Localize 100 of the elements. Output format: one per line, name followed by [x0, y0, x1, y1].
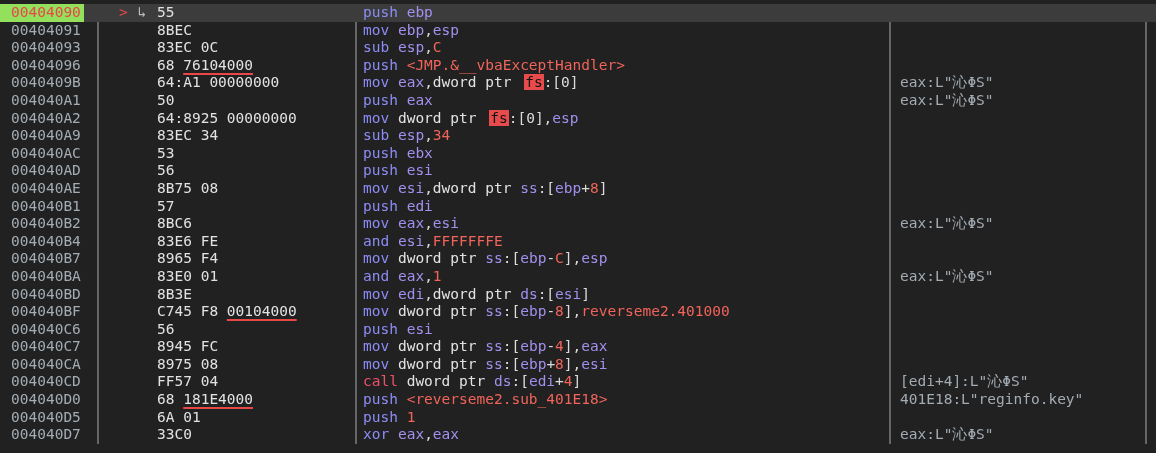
address-cell-text: 00404093	[10, 39, 82, 57]
bytes-cell: 8B3E	[157, 285, 192, 304]
address-cell-text: 004040AC	[10, 144, 82, 163]
bytes-cell: 53	[157, 144, 175, 163]
bytes-cell: 55	[157, 4, 175, 22]
instruction-cell-text: mov eax,esi	[362, 215, 460, 233]
instruction-cell-text: mov dword ptr ss:[ebp-8],reverseme2.401000	[362, 303, 730, 321]
bytes-cell: 8BC6	[157, 215, 192, 233]
address-cell-text: 004040AE	[10, 179, 82, 198]
disassembly-row[interactable]: 00404093 83EC 0C sub esp,C	[0, 39, 1156, 57]
instruction-cell-text: push ebx	[362, 144, 433, 163]
instruction-cell-text: sub esp,34	[362, 127, 451, 145]
disassembly-row[interactable]: 004040BD 8B3E mov edi,dword ptr ds:[esi]	[0, 285, 1156, 304]
bytes-cell: 50	[157, 91, 175, 110]
disassembly-row[interactable]: 00404091 8BEC mov ebp,esp	[0, 21, 1156, 40]
instruction-cell-text: push 1	[362, 408, 416, 427]
address-cell-text: 004040D7	[10, 426, 82, 444]
instruction-cell-text: sub esp,C	[362, 39, 442, 57]
bytes-cell: 6A 01	[157, 408, 201, 427]
bytes-cell: 68 181E4000	[157, 391, 254, 409]
disassembly-row[interactable]: 004040AD 56 push esi	[0, 162, 1156, 180]
address-cell-text: 004040D0	[10, 391, 82, 409]
disassembly-row[interactable]: 004040D0 68 181E4000 push <reverseme2.sub_401E18> 401E18:L"reginfo.key"	[0, 391, 1156, 409]
bytes-cell: 83EC 34	[157, 127, 219, 145]
bytes-cell: 57	[157, 197, 175, 216]
bytes-cell: C745 F8 00104000	[157, 303, 297, 321]
comment-cell: 401E18:L"reginfo.key"	[900, 391, 1084, 408]
address-cell-text: 004040A2	[10, 109, 82, 128]
instruction-cell-text: push <JMP.&__vbaExceptHandler>	[362, 56, 625, 75]
address-cell-text: 0040409B	[10, 74, 82, 92]
instruction-cell-text: mov esi,dword ptr ss:[ebp+8]	[362, 179, 608, 198]
instruction-cell-text: mov dword ptr ss:[ebp-C],esp	[362, 250, 608, 268]
address-cell-text: 004040D5	[10, 408, 82, 427]
bytes-cell: 68 76104000	[157, 56, 254, 75]
address-cell-text: 004040A1	[10, 91, 82, 110]
bytes-cell: 83E6 FE	[157, 232, 219, 251]
address-cell-text: 004040BD	[10, 285, 82, 304]
disassembly-row[interactable]: 004040AE 8B75 08 mov esi,dword ptr ss:[ebp+8]	[0, 179, 1156, 198]
instruction-cell-text: and esi,FFFFFFFE	[362, 232, 503, 251]
bytes-cell: 83EC 0C	[157, 39, 219, 57]
instruction-cell-text: mov dword ptr fs:[0],esp	[362, 109, 579, 128]
instruction-cell-text: push esi	[362, 162, 433, 180]
comment-cell: eax:L"沁ΦS"	[900, 215, 994, 232]
disassembly-row[interactable]: 004040B2 8BC6 mov eax,esi eax:L"沁ΦS"	[0, 215, 1156, 233]
disassembly-row[interactable]: 004040AC 53 push ebx	[0, 144, 1156, 163]
bytes-cell: 8975 08	[157, 355, 219, 374]
current-marker: >	[119, 4, 128, 22]
disassembly-row[interactable]: 00404096 68 76104000 push <JMP.&__vbaExceptHandler>	[0, 56, 1156, 75]
instruction-cell-text: xor eax,eax	[362, 426, 460, 444]
disassembly-row[interactable]: 004040C7 8945 FC mov dword ptr ss:[ebp-4],eax	[0, 338, 1156, 356]
disassembly-row[interactable]: 004040A9 83EC 34 sub esp,34	[0, 127, 1156, 145]
address-cell-text: 004040B4	[10, 232, 82, 251]
disassembly-row[interactable]: 004040A1 50 push eax eax:L"沁ΦS"	[0, 91, 1156, 110]
address-cell-text: 004040AD	[10, 162, 82, 180]
address-cell-text: 004040C7	[10, 338, 82, 356]
instruction-cell-text: mov dword ptr ss:[ebp-4],eax	[362, 338, 608, 356]
comment-cell: eax:L"沁ΦS"	[900, 267, 994, 284]
address-cell-text: 00404091	[10, 21, 82, 40]
disassembly-row[interactable]: 004040CA 8975 08 mov dword ptr ss:[ebp+8],esi	[0, 355, 1156, 374]
address-cell-text: 004040CD	[10, 373, 82, 392]
disassembly-row[interactable]: 004040CD FF57 04 call dword ptr ds:[edi+4] [edi+4]:L"沁ΦS"	[0, 373, 1156, 392]
disassembly-row[interactable]: 004040B1 57 push edi	[0, 197, 1156, 216]
instruction-cell-text: mov dword ptr ss:[ebp+8],esi	[362, 355, 608, 374]
disassembly-row[interactable]: 004040BA 83E0 01 and eax,1 eax:L"沁ΦS"	[0, 267, 1156, 286]
disassembly-row[interactable]: 004040D7 33C0 xor eax,eax eax:L"沁ΦS"	[0, 426, 1156, 444]
instruction-cell-text: push esi	[362, 320, 433, 339]
bytes-cell: 33C0	[157, 426, 192, 444]
address-cell-text: 004040B7	[10, 250, 82, 268]
address-cell-text: 00404096	[10, 56, 82, 75]
bytes-cell: 56	[157, 320, 175, 339]
bytes-cell: 56	[157, 162, 175, 180]
branch-mark: ↳	[137, 4, 147, 22]
bytes-cell: 8BEC	[157, 21, 192, 40]
bytes-cell: 64:A1 00000000	[157, 74, 280, 92]
bytes-cell: 8945 FC	[157, 338, 219, 356]
comment-cell: eax:L"沁ΦS"	[900, 426, 994, 443]
instruction-cell-text: and eax,1	[362, 267, 442, 286]
instruction-cell-text: push edi	[362, 197, 433, 216]
disassembly-row[interactable]: 004040BF C745 F8 00104000 mov dword ptr ss:[ebp-8],reverseme2.401000	[0, 303, 1156, 321]
address-cell-text: 004040C6	[10, 320, 82, 339]
address-cell-text: 004040B1	[10, 197, 82, 216]
disassembly-row[interactable]: 00404090 > ↳ 55 push ebp	[0, 4, 1156, 22]
address-cell-text: 004040BA	[10, 267, 82, 286]
disassembly-row[interactable]: 004040A2 64:8925 00000000 mov dword ptr fs:[0],esp	[0, 109, 1156, 128]
disassembly-row[interactable]: 004040D5 6A 01 push 1	[0, 408, 1156, 427]
disassembly-row[interactable]: 004040C6 56 push esi	[0, 320, 1156, 339]
bytes-cell: 83E0 01	[157, 267, 219, 286]
address-cell-text: 004040CA	[10, 355, 82, 374]
comment-cell: eax:L"沁ΦS"	[900, 91, 994, 108]
instruction-cell-text: mov edi,dword ptr ds:[esi]	[362, 285, 591, 304]
address-cell-text: 004040BF	[10, 303, 82, 321]
instruction-cell-text: push eax	[362, 91, 433, 110]
address-cell: 00404090	[0, 4, 84, 22]
disassembly-row[interactable]: 004040B4 83E6 FE and esi,FFFFFFFE	[0, 232, 1156, 251]
disassembly-row[interactable]: 004040B7 8965 F4 mov dword ptr ss:[ebp-C],esp	[0, 250, 1156, 268]
bytes-cell: 8965 F4	[157, 250, 219, 268]
disassembly-row[interactable]: 0040409B 64:A1 00000000 mov eax,dword ptr fs:[0] eax:L"沁ΦS"	[0, 74, 1156, 92]
instruction-cell-text: push <reverseme2.sub_401E18>	[362, 391, 608, 409]
bytes-cell: FF57 04	[157, 373, 219, 392]
instruction-cell-text: mov ebp,esp	[362, 21, 460, 40]
